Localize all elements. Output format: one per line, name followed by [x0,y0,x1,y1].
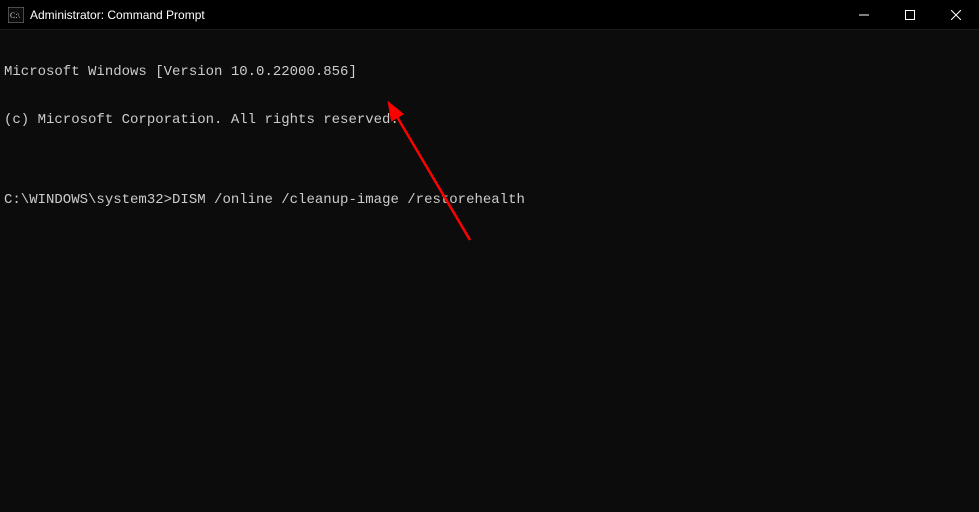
titlebar[interactable]: C:\ Administrator: Command Prompt [0,0,979,30]
prompt-text: C:\WINDOWS\system32> [4,192,172,208]
command-prompt-window: C:\ Administrator: Command Prompt [0,0,979,512]
copyright-line: (c) Microsoft Corporation. All rights re… [4,112,975,128]
minimize-button[interactable] [841,0,887,29]
svg-text:C:\: C:\ [10,11,21,20]
window-controls [841,0,979,29]
version-line: Microsoft Windows [Version 10.0.22000.85… [4,64,975,80]
terminal-output[interactable]: Microsoft Windows [Version 10.0.22000.85… [0,30,979,512]
window-title: Administrator: Command Prompt [30,8,841,22]
maximize-button[interactable] [887,0,933,29]
cmd-icon: C:\ [8,7,24,23]
close-button[interactable] [933,0,979,29]
prompt-line: C:\WINDOWS\system32>DISM /online /cleanu… [4,192,975,208]
command-text: DISM /online /cleanup-image /restoreheal… [172,192,525,208]
